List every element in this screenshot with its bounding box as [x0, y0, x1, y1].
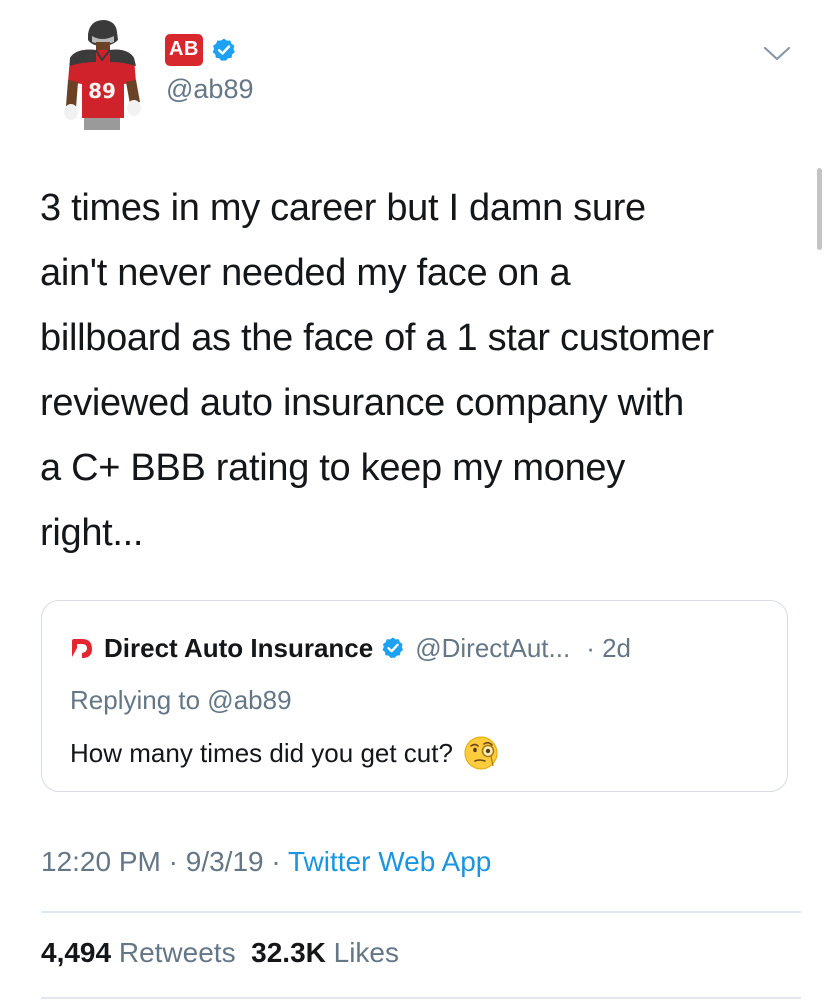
- face-with-monocle-icon: [464, 736, 498, 770]
- quoted-author-name[interactable]: Direct Auto Insurance: [104, 633, 373, 664]
- tweet-date: 9/3/19: [185, 846, 264, 877]
- verified-badge-icon: [382, 637, 404, 658]
- scrollbar-thumb[interactable]: [817, 168, 822, 250]
- quoted-tweet-time: · 2d: [586, 632, 632, 663]
- quoted-tweet-header: Direct Auto Insurance @DirectAut... · 2d: [70, 631, 631, 665]
- likes-label: Likes: [333, 937, 400, 968]
- meta-separator: ·: [263, 846, 288, 877]
- likes-count: 32.3K: [251, 937, 326, 968]
- author-display-name[interactable]: AB: [165, 34, 203, 66]
- tweet-time: 12:20 PM: [41, 846, 161, 877]
- tweet-source-app-link[interactable]: Twitter Web App: [288, 846, 491, 877]
- retweets-stat[interactable]: 4,494 Retweets: [41, 937, 236, 968]
- divider: [41, 911, 801, 913]
- quoted-replying-to: Replying to @ab89: [70, 685, 292, 715]
- likes-stat[interactable]: 32.3K Likes: [251, 937, 399, 968]
- quoted-tweet-text: How many times did you get cut?: [70, 737, 453, 768]
- chevron-down-icon[interactable]: [762, 44, 792, 64]
- tweet-text: 3 times in my career but I damn sure ain…: [40, 187, 714, 554]
- quoted-author-handle[interactable]: @DirectAut...: [415, 633, 570, 664]
- retweets-count: 4,494: [41, 937, 112, 968]
- jersey-number: 89: [88, 79, 116, 103]
- divider: [41, 997, 801, 999]
- direct-auto-logo-icon: [72, 639, 92, 658]
- tweet-header: 89 AB @ab89: [0, 0, 827, 150]
- retweets-label: Retweets: [118, 937, 236, 968]
- tweet-stats: 4,494 Retweets 32.3K Likes: [41, 937, 399, 969]
- quoted-tweet-body: How many times did you get cut?: [70, 735, 499, 771]
- author-name-row: AB: [165, 30, 237, 70]
- tweet-meta: 12:20 PM · 9/3/19 · Twitter Web App: [41, 846, 491, 878]
- author-handle[interactable]: @ab89: [166, 74, 253, 105]
- player-avatar-icon[interactable]: 89: [62, 18, 142, 130]
- meta-separator: ·: [160, 846, 186, 877]
- verified-badge-icon: [212, 38, 235, 61]
- quoted-tweet-card[interactable]: Direct Auto Insurance @DirectAut... · 2d…: [41, 600, 788, 792]
